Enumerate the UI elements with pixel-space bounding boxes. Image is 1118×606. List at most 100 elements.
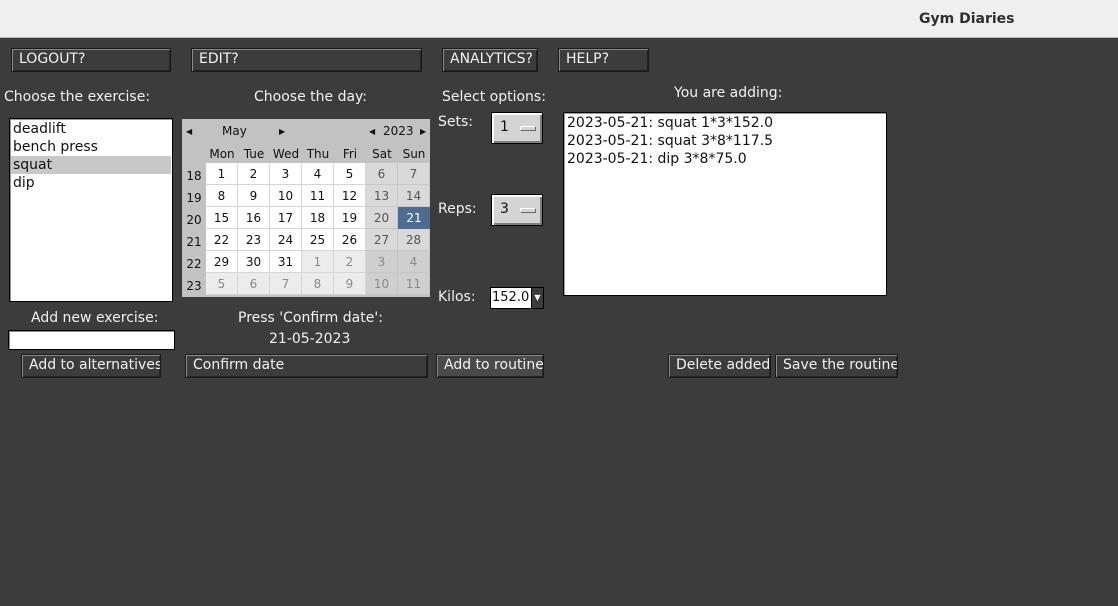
reps-option-menu[interactable]: 3 <box>491 194 543 226</box>
calendar-day[interactable]: 1 <box>302 251 334 273</box>
calendar-day[interactable]: 4 <box>398 251 430 273</box>
kilos-label: Kilos: <box>438 289 476 305</box>
calendar-day[interactable]: 30 <box>238 251 270 273</box>
calendar-grid: Mon Tue Wed Thu Fri Sat Sun 18 1 2 3 4 5 6 7 19 8 9 10 11 12… <box>182 145 430 295</box>
calendar-day[interactable]: 26 <box>334 229 366 251</box>
calendar-day[interactable]: 7 <box>270 273 302 295</box>
calendar-day[interactable]: 6 <box>366 163 398 185</box>
press-confirm-label: Press 'Confirm date': <box>238 310 383 326</box>
calendar-header: ◀ May ▶ ◀ 2023 ▶ <box>182 119 430 145</box>
window-titlebar: Gym Diaries <box>0 0 1118 38</box>
calendar-day[interactable]: 4 <box>302 163 334 185</box>
calendar-day[interactable]: 11 <box>302 185 334 207</box>
calendar-day-selected[interactable]: 21 <box>398 207 430 229</box>
add-new-exercise-label: Add new exercise: <box>31 310 159 326</box>
week-number: 20 <box>182 207 206 229</box>
sets-option-menu[interactable]: 1 <box>491 112 543 144</box>
calendar-day[interactable]: 12 <box>334 185 366 207</box>
calendar-day[interactable]: 3 <box>270 163 302 185</box>
kilos-combobox[interactable]: 152.0 ▼ <box>490 287 544 309</box>
exercise-item[interactable]: dip <box>11 174 171 192</box>
weekday-header: Thu <box>302 145 334 163</box>
calendar-day[interactable]: 2 <box>238 163 270 185</box>
calendar-day[interactable]: 28 <box>398 229 430 251</box>
week-number: 19 <box>182 185 206 207</box>
window-title: Gym Diaries <box>919 11 1015 27</box>
calendar-day[interactable]: 10 <box>366 273 398 295</box>
calendar-day[interactable]: 7 <box>398 163 430 185</box>
exercise-item-selected[interactable]: squat <box>11 156 171 174</box>
next-month-icon[interactable]: ▶ <box>279 127 285 136</box>
added-routine-item[interactable]: 2023-05-21: squat 1*3*152.0 <box>565 114 885 132</box>
main-window: LOGOUT? EDIT? ANALYTICS? HELP? Choose th… <box>0 38 1118 606</box>
confirm-date-button[interactable]: Confirm date <box>185 354 428 378</box>
weekday-header: Sun <box>398 145 430 163</box>
calendar-day[interactable]: 14 <box>398 185 430 207</box>
add-to-routine-button[interactable]: Add to routine <box>436 354 544 378</box>
kilos-value[interactable]: 152.0 <box>492 290 530 305</box>
calendar-day[interactable]: 10 <box>270 185 302 207</box>
save-routine-button[interactable]: Save the routine <box>775 354 898 378</box>
calendar-day[interactable]: 27 <box>366 229 398 251</box>
exercise-listbox[interactable]: deadlift bench press squat dip <box>9 118 173 302</box>
calendar-day[interactable]: 16 <box>238 207 270 229</box>
calendar-day[interactable]: 9 <box>238 185 270 207</box>
added-routine-listbox[interactable]: 2023-05-21: squat 1*3*152.0 2023-05-21: … <box>563 112 887 296</box>
week-number: 23 <box>182 273 206 295</box>
calendar-day[interactable]: 11 <box>398 273 430 295</box>
calendar-year: 2023 <box>383 124 414 138</box>
calendar-day[interactable]: 25 <box>302 229 334 251</box>
add-to-alternatives-button[interactable]: Add to alternatives <box>21 354 161 378</box>
new-exercise-input[interactable] <box>8 330 175 350</box>
added-routine-item[interactable]: 2023-05-21: dip 3*8*75.0 <box>565 150 885 168</box>
select-options-label: Select options: <box>442 89 546 105</box>
calendar-day[interactable]: 29 <box>206 251 238 273</box>
calendar-day[interactable]: 17 <box>270 207 302 229</box>
calendar-day[interactable]: 23 <box>238 229 270 251</box>
delete-added-button[interactable]: Delete added <box>668 354 771 378</box>
dropdown-arrow-icon[interactable]: ▼ <box>531 288 543 308</box>
calendar-day[interactable]: 5 <box>334 163 366 185</box>
calendar-day[interactable]: 6 <box>238 273 270 295</box>
calendar-day[interactable]: 13 <box>366 185 398 207</box>
calendar-day[interactable]: 24 <box>270 229 302 251</box>
edit-button[interactable]: EDIT? <box>191 48 422 72</box>
calendar: ◀ May ▶ ◀ 2023 ▶ Mon Tue Wed Thu Fri Sat Sun 18… <box>182 119 430 297</box>
calendar-day[interactable]: 15 <box>206 207 238 229</box>
week-number: 22 <box>182 251 206 273</box>
logout-button[interactable]: LOGOUT? <box>11 48 171 72</box>
exercise-item[interactable]: bench press <box>11 138 171 156</box>
calendar-month: May <box>222 124 247 138</box>
calendar-day[interactable]: 18 <box>302 207 334 229</box>
sets-value: 1 <box>500 119 509 135</box>
help-button[interactable]: HELP? <box>558 48 649 72</box>
calendar-day[interactable]: 2 <box>334 251 366 273</box>
analytics-button[interactable]: ANALYTICS? <box>442 48 538 72</box>
choose-exercise-label: Choose the exercise: <box>4 89 151 105</box>
sets-label: Sets: <box>438 114 473 130</box>
calendar-day[interactable]: 22 <box>206 229 238 251</box>
calendar-day[interactable]: 5 <box>206 273 238 295</box>
weekday-header: Tue <box>238 145 270 163</box>
prev-year-icon[interactable]: ◀ <box>369 127 375 136</box>
confirmed-date: 21-05-2023 <box>269 331 351 347</box>
weekday-header: Fri <box>334 145 366 163</box>
calendar-corner <box>182 145 206 163</box>
week-number: 18 <box>182 163 206 185</box>
calendar-day[interactable]: 8 <box>206 185 238 207</box>
calendar-day[interactable]: 31 <box>270 251 302 273</box>
option-menu-indicator-icon <box>520 126 536 131</box>
exercise-item[interactable]: deadlift <box>11 120 171 138</box>
week-number: 21 <box>182 229 206 251</box>
added-routine-item[interactable]: 2023-05-21: squat 3*8*117.5 <box>565 132 885 150</box>
calendar-day[interactable]: 8 <box>302 273 334 295</box>
weekday-header: Sat <box>366 145 398 163</box>
prev-month-icon[interactable]: ◀ <box>186 127 192 136</box>
calendar-day[interactable]: 9 <box>334 273 366 295</box>
calendar-day[interactable]: 3 <box>366 251 398 273</box>
calendar-day[interactable]: 20 <box>366 207 398 229</box>
next-year-icon[interactable]: ▶ <box>420 127 426 136</box>
calendar-day[interactable]: 19 <box>334 207 366 229</box>
choose-day-label: Choose the day: <box>254 89 368 105</box>
calendar-day[interactable]: 1 <box>206 163 238 185</box>
